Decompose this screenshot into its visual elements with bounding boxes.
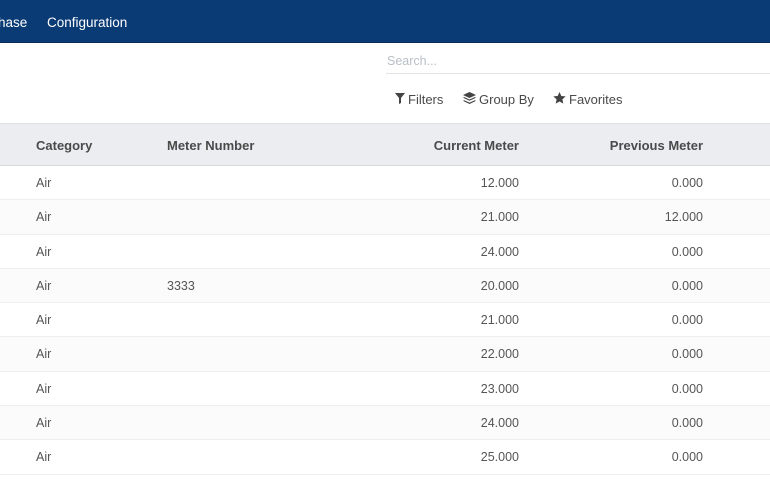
star-icon — [553, 89, 566, 111]
cell-current-meter: 21.000 — [480, 210, 519, 225]
cell-previous-meter: 0.000 — [671, 176, 703, 190]
cell-category: Air — [36, 347, 52, 362]
cell-category: Air — [36, 244, 52, 259]
cell-previous-meter: 0.000 — [671, 278, 703, 293]
table-body: Air 12.000 0.000 Air 21.000 12.000 Air 24.000 0.… — [0, 166, 770, 475]
cell-previous-meter: 0.000 — [671, 381, 703, 396]
favorites-button[interactable]: Favorites — [553, 89, 622, 111]
favorites-label: Favorites — [569, 92, 623, 107]
group-by-label: Group By — [479, 92, 534, 107]
cell-current-meter: 20.000 — [480, 278, 519, 293]
table-header: Category Meter Number Current Meter Prev… — [0, 123, 770, 166]
group-by-button[interactable]: Group By — [463, 89, 534, 111]
table-row[interactable]: Air 21.000 12.000 — [0, 200, 770, 235]
table-row[interactable]: Air 12.000 0.000 — [0, 166, 770, 201]
cell-category: Air — [36, 416, 52, 431]
filters-button[interactable]: Filters — [395, 89, 443, 111]
column-header-current-meter[interactable]: Current Meter — [434, 124, 519, 167]
cell-meter-number: 3333 — [167, 278, 195, 293]
cell-category: Air — [36, 176, 52, 190]
cell-category: Air — [36, 278, 52, 293]
layers-icon — [463, 89, 476, 111]
table-row[interactable]: Air 3333 20.000 0.000 — [0, 268, 770, 304]
table-row[interactable]: Air 21.000 0.000 — [0, 303, 770, 338]
cell-category: Air — [36, 210, 52, 225]
top-navbar: hase Configuration — [0, 0, 770, 43]
cell-category: Air — [36, 313, 52, 328]
column-header-previous-meter[interactable]: Previous Meter — [610, 124, 703, 167]
cell-current-meter: 22.000 — [480, 347, 519, 362]
cell-current-meter: 24.000 — [480, 416, 519, 431]
column-header-category[interactable]: Category — [36, 124, 92, 167]
filter-icon — [395, 89, 405, 111]
cell-previous-meter: 12.000 — [664, 210, 703, 225]
table-row[interactable]: Air 23.000 0.000 — [0, 371, 770, 407]
cell-current-meter: 23.000 — [480, 381, 519, 396]
table-row[interactable]: Air 24.000 0.000 — [0, 406, 770, 441]
menu-purchase[interactable]: hase — [0, 0, 27, 43]
cell-previous-meter: 0.000 — [671, 450, 703, 465]
search-input[interactable] — [386, 49, 770, 73]
cell-previous-meter: 0.000 — [671, 244, 703, 259]
filters-label: Filters — [408, 92, 444, 107]
cell-category: Air — [36, 381, 52, 396]
cell-category: Air — [36, 450, 52, 465]
cell-current-meter: 12.000 — [480, 176, 519, 190]
cell-current-meter: 25.000 — [480, 450, 519, 465]
table-row[interactable]: Air 25.000 0.000 — [0, 440, 770, 475]
cell-previous-meter: 0.000 — [671, 313, 703, 328]
menu-configuration[interactable]: Configuration — [47, 0, 127, 43]
meter-table: Category Meter Number Current Meter Prev… — [0, 123, 770, 475]
table-row[interactable]: Air 22.000 0.000 — [0, 337, 770, 372]
cell-current-meter: 21.000 — [480, 313, 519, 328]
table-row[interactable]: Air 24.000 0.000 — [0, 234, 770, 269]
cell-previous-meter: 0.000 — [671, 416, 703, 431]
cell-previous-meter: 0.000 — [671, 347, 703, 362]
column-header-meter-number[interactable]: Meter Number — [167, 124, 254, 167]
cell-current-meter: 24.000 — [480, 244, 519, 259]
search-bar — [386, 49, 770, 74]
